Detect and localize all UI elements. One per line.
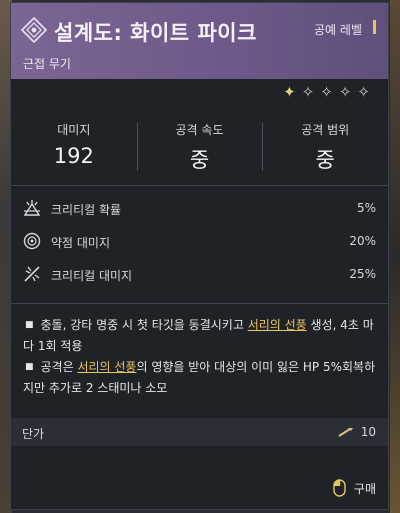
item-header: 설계도: 화이트 파이크 공예 레벨 근접 무기 [11, 3, 388, 79]
stat-label: 공격 속도 [175, 123, 224, 137]
stat-value: 192 [53, 144, 94, 168]
item-description: ■ 충돌, 강타 명중 시 첫 타깃을 동결시키고 서리의 선풍 생성, 4초 마… [23, 315, 379, 399]
stat-label: 공격 범위 [301, 123, 350, 137]
star-icon: ✦ [283, 83, 296, 101]
property-list: 크리티컬 확률 5% 약점 대미지 20% 크리티컬 대미지 25% [11, 191, 388, 290]
description-line: ■ 공격은 서리의 선풍의 영향을 받아 대상의 이미 잃은 HP 5%회복하지만… [23, 360, 376, 395]
keyword-link-frost-whirl[interactable]: 서리의 선풍 [77, 360, 136, 374]
star-icon: ✧ [320, 83, 333, 101]
property-value: 25% [349, 267, 376, 281]
divider [11, 303, 388, 304]
mouse-click-icon [333, 479, 346, 497]
rarity-stars: ✦ ✧ ✧ ✧ ✧ [283, 85, 370, 100]
property-label: 약점 대미지 [51, 236, 111, 250]
item-title: 설계도: 화이트 파이크 [54, 21, 257, 45]
price-label: 단가 [22, 427, 45, 441]
property-value: 5% [356, 201, 376, 215]
blueprint-emblem-icon [21, 17, 47, 43]
stat-value: 중 [189, 148, 210, 172]
stat-label: 대미지 [57, 123, 91, 137]
property-label: 크리티컬 확률 [51, 203, 122, 217]
craft-level-label: 공예 레벨 [314, 23, 362, 37]
stat-damage: 대미지 192 [11, 115, 137, 181]
bullet-icon: ■ [25, 362, 34, 372]
stat-attack-range: 공격 범위 중 [262, 115, 388, 181]
item-category: 근접 무기 [23, 57, 71, 71]
property-value: 20% [349, 234, 376, 248]
keyword-link-frost-whirl[interactable]: 서리의 선풍 [248, 318, 307, 332]
stat-value: 중 [315, 148, 335, 172]
star-icon: ✧ [301, 83, 315, 101]
stats-row: 대미지 192 공격 속도 중 공격 범위 중 [11, 115, 388, 181]
price-amount: 10 [360, 425, 376, 439]
description-line: ■ 충돌, 강타 명중 시 첫 타깃을 동결시키고 서리의 선풍 생성, 4초 마… [23, 318, 374, 353]
background-right-edge [390, 0, 400, 513]
buy-label: 구매 [353, 481, 376, 496]
property-row: 크리티컬 확률 5% [11, 191, 388, 224]
crit-chance-icon [23, 200, 41, 216]
divider [11, 185, 388, 186]
star-icon: ✧ [338, 83, 352, 101]
price-row: 단가 10 [11, 418, 388, 446]
star-icon: ✧ [357, 83, 370, 101]
buy-button[interactable]: 구매 [333, 477, 376, 499]
property-row: 약점 대미지 20% [11, 224, 388, 257]
property-label: 크리티컬 대미지 [51, 269, 133, 283]
property-row: 크리티컬 대미지 25% [11, 257, 388, 290]
currency-icon [338, 428, 353, 437]
crit-damage-icon [24, 266, 40, 282]
stat-attack-speed: 공격 속도 중 [136, 115, 263, 181]
item-tooltip-panel: 설계도: 화이트 파이크 공예 레벨 근접 무기 ✦ ✧ ✧ ✧ ✧ 대미지 1… [10, 2, 389, 510]
bullet-icon: ■ [25, 320, 34, 330]
craft-level-indicator [373, 20, 376, 34]
weakspot-icon [23, 232, 41, 250]
